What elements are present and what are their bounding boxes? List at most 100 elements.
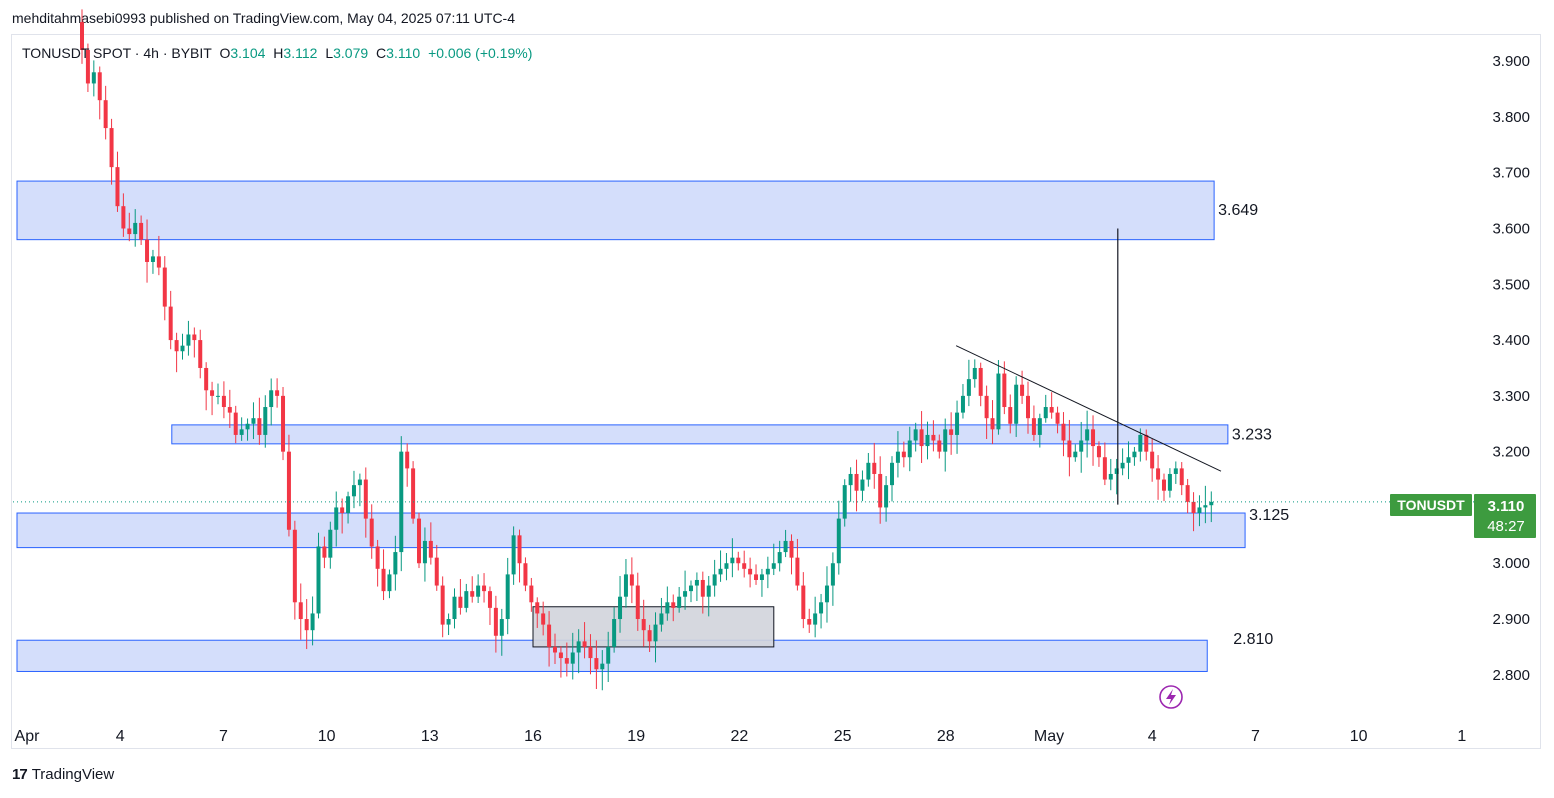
candle-body bbox=[298, 602, 303, 620]
candle bbox=[476, 574, 481, 603]
y-tick-label: 2.900 bbox=[1492, 611, 1530, 628]
zone-upper-resistance bbox=[16, 180, 1215, 241]
candle bbox=[1120, 448, 1125, 476]
candle bbox=[742, 550, 747, 578]
candle bbox=[91, 60, 96, 97]
candle-body bbox=[476, 585, 481, 597]
candle-body bbox=[600, 663, 605, 670]
candle-body bbox=[984, 395, 989, 419]
candle-body bbox=[334, 507, 339, 530]
candle bbox=[1156, 455, 1161, 500]
candle-body bbox=[653, 624, 658, 642]
candle bbox=[960, 384, 965, 419]
candle bbox=[150, 249, 155, 274]
candle-body bbox=[777, 552, 782, 564]
candle-body bbox=[966, 379, 971, 396]
candle bbox=[517, 529, 522, 583]
candle-body bbox=[706, 585, 711, 597]
candle bbox=[972, 359, 977, 388]
candle-body bbox=[635, 585, 640, 620]
candle bbox=[836, 500, 841, 575]
candle-body bbox=[718, 568, 723, 575]
candle bbox=[813, 596, 818, 638]
candle-body bbox=[1132, 451, 1137, 458]
x-tick-label: 4 bbox=[116, 728, 125, 745]
candle-body bbox=[245, 423, 250, 430]
candle-body bbox=[434, 557, 439, 586]
candle-body bbox=[281, 395, 286, 452]
candle-body bbox=[1008, 407, 1013, 424]
candle-body bbox=[931, 434, 936, 441]
symbol-legend: TONUSDT SPOT · 4h · BYBIT O3.104 H3.112 … bbox=[22, 45, 532, 61]
x-tick-label: 7 bbox=[1251, 728, 1260, 745]
candle bbox=[458, 579, 463, 615]
candle bbox=[919, 411, 924, 463]
candle-body bbox=[393, 552, 398, 575]
candle bbox=[387, 569, 392, 599]
candle-body bbox=[162, 267, 167, 307]
candle bbox=[357, 473, 362, 507]
candle bbox=[623, 559, 628, 608]
candle bbox=[996, 360, 1001, 435]
zone-label-mid-resistance: 3.233 bbox=[1232, 426, 1272, 443]
x-tick-label: 7 bbox=[219, 728, 228, 745]
candle bbox=[221, 381, 226, 419]
candle-body bbox=[576, 641, 581, 653]
tradingview-logo[interactable]: 17 TradingView bbox=[12, 766, 114, 783]
zone-current-support bbox=[16, 512, 1246, 549]
candle bbox=[824, 566, 829, 623]
candle bbox=[156, 235, 161, 276]
candle-body bbox=[854, 473, 859, 491]
candle-body bbox=[221, 395, 226, 408]
candle-body bbox=[204, 367, 209, 391]
candle-body bbox=[919, 429, 924, 447]
candle-body bbox=[215, 395, 220, 397]
x-tick-label: 10 bbox=[1350, 728, 1368, 745]
candle-body bbox=[606, 646, 611, 664]
candle-body bbox=[978, 367, 983, 396]
candle bbox=[866, 452, 871, 487]
candle bbox=[801, 572, 806, 629]
tradingview-mark-icon: 17 bbox=[12, 766, 28, 783]
candle-body bbox=[570, 652, 575, 664]
open-label: O bbox=[219, 45, 231, 61]
candle-body bbox=[990, 418, 995, 430]
y-tick-label: 3.900 bbox=[1492, 53, 1530, 70]
candle-body bbox=[482, 585, 487, 592]
candle bbox=[688, 580, 693, 603]
candle-body bbox=[487, 591, 492, 608]
candle-body bbox=[623, 574, 628, 597]
x-tick-label: 22 bbox=[731, 728, 749, 745]
candle-body bbox=[198, 340, 203, 368]
candle-body bbox=[819, 602, 824, 614]
candle-body bbox=[890, 462, 895, 486]
candle bbox=[1020, 370, 1025, 404]
candle bbox=[1061, 412, 1066, 457]
candle-body bbox=[186, 334, 191, 346]
candle bbox=[1161, 473, 1166, 502]
candle-body bbox=[1043, 407, 1048, 419]
y-tick-label: 2.800 bbox=[1492, 667, 1530, 684]
candle-body bbox=[304, 619, 309, 631]
lightning-icon[interactable] bbox=[1159, 685, 1183, 709]
candle bbox=[1167, 468, 1172, 498]
candle-body bbox=[1156, 468, 1161, 480]
x-tick-label: 1 bbox=[1457, 728, 1466, 745]
candle-body bbox=[251, 418, 256, 424]
candle-body bbox=[724, 563, 729, 569]
price-tag-value: 3.110 bbox=[1488, 498, 1525, 515]
y-tick-label: 3.500 bbox=[1492, 276, 1530, 293]
candle bbox=[1173, 461, 1178, 484]
candle-body bbox=[1055, 412, 1060, 424]
candle bbox=[446, 613, 451, 636]
candle bbox=[351, 470, 356, 509]
symbol-info: TONUSDT SPOT · 4h · BYBIT bbox=[22, 45, 212, 61]
x-tick-label: May bbox=[1034, 728, 1064, 745]
candle bbox=[1185, 478, 1190, 514]
candle-body bbox=[895, 451, 900, 463]
low-label: L bbox=[325, 45, 334, 61]
price-chart[interactable]: 3.649 3.233 3.125 2.810 3.900 3.800 3.700 3.60… bbox=[0, 0, 1554, 798]
candle bbox=[949, 412, 954, 455]
candle bbox=[1108, 458, 1113, 491]
candle bbox=[198, 329, 203, 379]
